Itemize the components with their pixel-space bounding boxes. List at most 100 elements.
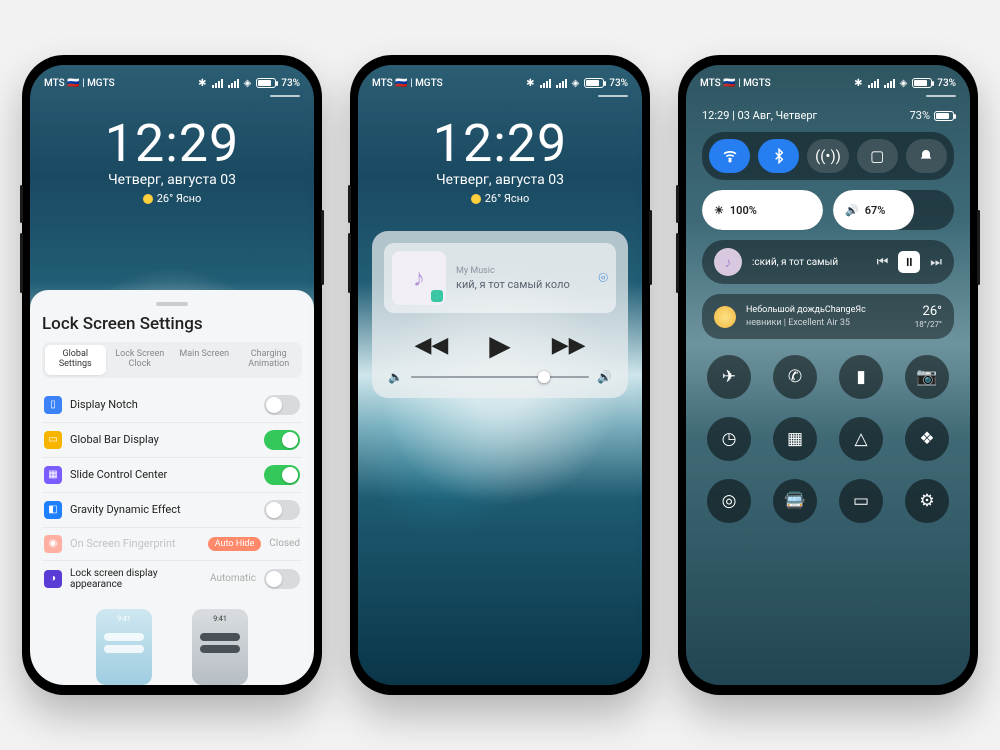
signal-icon	[540, 79, 551, 88]
timer-shortcut[interactable]: ◷	[707, 417, 751, 461]
wx-line1: Небольшой дождьChangeЯс	[746, 304, 905, 316]
row-gravity[interactable]: ◧ Gravity Dynamic Effect	[42, 493, 302, 528]
pyramid-shortcut[interactable]: △	[839, 417, 883, 461]
carrier-label: MTS 🇷🇺 | MGTS	[44, 78, 115, 89]
pause-button[interactable]: II	[898, 251, 920, 273]
weather-card[interactable]: Небольшой дождьChangeЯс невники | Excell…	[702, 294, 954, 339]
wifi-icon: ◈	[900, 78, 908, 89]
layers-shortcut[interactable]: ❖	[905, 417, 949, 461]
camera-shortcut[interactable]: 📷	[905, 355, 949, 399]
telegram-shortcut[interactable]: ✈	[707, 355, 751, 399]
battery-icon	[584, 78, 604, 88]
album-art[interactable]: ♪	[392, 251, 446, 305]
status-bar: MTS 🇷🇺 | MGTS ✱ ◈ 73%	[30, 71, 314, 95]
signal-icon-2	[228, 79, 239, 88]
phone-icon: ▯	[44, 396, 62, 414]
wx-temp: 26°	[915, 304, 942, 320]
battery-icon	[912, 78, 932, 88]
cc-track: :ский, я тот самый	[752, 257, 867, 268]
auto-hide-pill[interactable]: Auto Hide	[208, 537, 261, 551]
finger-state: Closed	[269, 538, 300, 549]
quick-toggle-grid: ✈ ✆ ▮ 📷 ◷ ▦ △ ❖ ◎ 🚍 ▭ ⚙	[702, 351, 954, 523]
wx-line2: невники | Excellent Air 35	[746, 317, 905, 329]
brightness-icon: ☀	[714, 204, 724, 217]
tab-main[interactable]: Main Screen	[174, 345, 235, 375]
cc-media-player[interactable]: ♪ :ский, я тот самый ⏮ II ⏭	[702, 240, 954, 284]
wifi-icon: ◈	[572, 78, 580, 89]
transit-shortcut[interactable]: 🚍	[773, 479, 817, 523]
toggle-gravity[interactable]	[264, 500, 300, 520]
music-widget[interactable]: ♪ My Music кий, я тот самый коло ⌾ ◀◀ ▶ …	[372, 231, 628, 398]
volume-slider[interactable]	[411, 376, 589, 378]
volume-low-icon: 🔈	[388, 370, 403, 384]
tab-lockclock[interactable]: Lock Screen Clock	[110, 345, 171, 375]
theme-light[interactable]: 9:41 Light Color	[96, 609, 152, 685]
toggle-notch[interactable]	[264, 395, 300, 415]
prev-button[interactable]: ⏮	[877, 255, 889, 270]
rewind-button[interactable]: ◀◀	[414, 333, 448, 358]
status-bar: MTS 🇷🇺 | MGTS ✱ ◈ 73%	[686, 71, 970, 95]
appearance-value: Automatic	[210, 573, 256, 584]
row-display-notch[interactable]: ▯ Display Notch	[42, 388, 302, 423]
row-global-bar[interactable]: ▭ Global Bar Display	[42, 423, 302, 458]
volume-slider[interactable]: 🔊67%	[833, 190, 954, 230]
wx-range: 18°/27°	[915, 320, 942, 330]
wallet-shortcut[interactable]: ▭	[839, 479, 883, 523]
bluetooth-icon: ✱	[526, 78, 534, 89]
wifi-icon: ◈	[244, 78, 252, 89]
row-fingerprint[interactable]: ◉ On Screen Fingerprint Auto Hide Closed	[42, 528, 302, 561]
battery-saver-toggle[interactable]: ▢	[857, 139, 898, 173]
sun-icon	[143, 194, 153, 204]
sheet-handle[interactable]	[156, 302, 188, 306]
settings-tabs[interactable]: Global Settings Lock Screen Clock Main S…	[42, 342, 302, 378]
signal-icon-2	[884, 79, 895, 88]
lock-clock: 12:29 Четверг, августа 03 26° Ясно	[358, 113, 642, 205]
phone-frame-1: MTS 🇷🇺 | MGTS ✱ ◈ 73% 12:29 Четверг, авг…	[22, 55, 322, 695]
next-button[interactable]: ⏭	[930, 255, 942, 270]
dnd-toggle[interactable]	[906, 139, 947, 173]
clock-time: 12:29	[30, 113, 314, 174]
source-badge	[431, 290, 443, 302]
row-appearance[interactable]: ◑ Lock screen display appearance Automat…	[42, 561, 302, 597]
album-art-small: ♪	[714, 248, 742, 276]
signal-icon	[212, 79, 223, 88]
battery-icon	[256, 78, 276, 88]
status-bar: MTS 🇷🇺 | MGTS ✱ ◈ 73%	[358, 71, 642, 95]
settings-sheet[interactable]: Lock Screen Settings Global Settings Loc…	[30, 290, 314, 685]
theme-dark[interactable]: 9:41 Dark	[192, 609, 248, 685]
volume-icon: 🔊	[845, 204, 859, 217]
row-slide-cc[interactable]: ▦ Slide Control Center	[42, 458, 302, 493]
cast-icon[interactable]: ⌾	[598, 268, 608, 288]
battery-pct: 73%	[281, 78, 300, 89]
bar-icon: ▭	[44, 431, 62, 449]
flashlight-toggle[interactable]: ▮	[839, 355, 883, 399]
compass-shortcut[interactable]: ◎	[707, 479, 751, 523]
cc-batt: 73%	[910, 109, 930, 122]
toggle-slide[interactable]	[264, 465, 300, 485]
hotspot-toggle[interactable]: ((•))	[807, 139, 848, 173]
phone-frame-3: MTS 🇷🇺 | MGTS ✱ ◈ 73% 12:29 | 03 Авг, Че…	[678, 55, 978, 695]
gravity-icon: ◧	[44, 501, 62, 519]
phone-shortcut[interactable]: ✆	[773, 355, 817, 399]
wifi-toggle[interactable]	[709, 139, 750, 173]
toggle-globalbar[interactable]	[264, 430, 300, 450]
tab-charging[interactable]: Charging Animation	[239, 345, 300, 375]
brightness-slider[interactable]: ☀100%	[702, 190, 823, 230]
control-center[interactable]: 12:29 | 03 Авг, Четверг 73% ((•)) ▢ ☀100…	[686, 65, 970, 537]
bluetooth-icon: ✱	[854, 78, 862, 89]
toggle-appearance[interactable]	[264, 569, 300, 589]
music-track: кий, я тот самый коло	[456, 278, 570, 291]
sheet-title: Lock Screen Settings	[42, 314, 302, 334]
music-source: My Music	[456, 266, 570, 276]
settings-shortcut[interactable]: ⚙	[905, 479, 949, 523]
cc-time: 12:29	[702, 109, 729, 122]
weather-sun-icon	[714, 306, 736, 328]
bluetooth-icon: ✱	[198, 78, 206, 89]
lock-clock: 12:29 Четверг, августа 03 26° Ясно	[30, 113, 314, 205]
calculator-shortcut[interactable]: ▦	[773, 417, 817, 461]
weather-text: 26° Ясно	[157, 192, 202, 205]
play-button[interactable]: ▶	[489, 329, 511, 362]
bluetooth-toggle[interactable]	[758, 139, 799, 173]
forward-button[interactable]: ▶▶	[552, 333, 586, 358]
tab-global[interactable]: Global Settings	[45, 345, 106, 375]
